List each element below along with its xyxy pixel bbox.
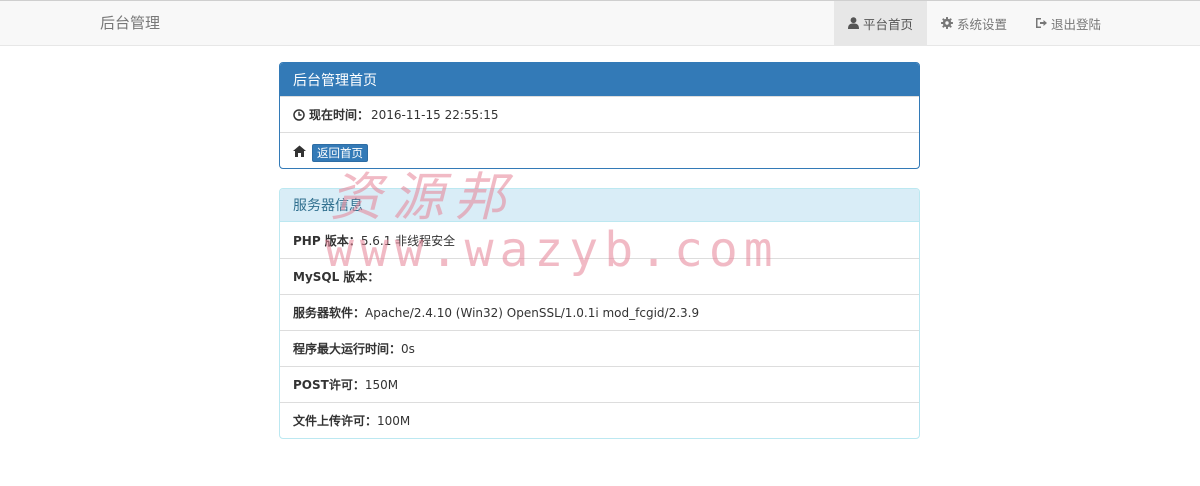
server-info-title: 服务器信息: [280, 189, 919, 222]
max-execution-time-value: 0s: [401, 341, 415, 356]
nav-item-label: 退出登陆: [1050, 16, 1101, 32]
clock-icon: [293, 108, 305, 121]
server-software-value: Apache/2.4.10 (Win32) OpenSSL/1.0.1i mod…: [365, 305, 700, 320]
post-limit-value: 150M: [364, 377, 399, 392]
logout-icon: [1035, 18, 1047, 28]
current-time-row: 现在时间： 2016-11-15 22:55:15: [280, 96, 919, 132]
top-navbar: 后台管理 平台首页 系统设置 退出登陆: [0, 0, 1200, 46]
current-time-value: 2016-11-15 22:55:15: [371, 107, 499, 122]
brand-title[interactable]: 后台管理: [100, 14, 160, 32]
upload-limit-value: 100M: [377, 413, 411, 428]
nav-menu: 平台首页 系统设置 退出登陆: [833, 1, 1115, 45]
gear-icon: [940, 17, 953, 29]
user-icon: [847, 17, 859, 29]
nav-item-home[interactable]: 平台首页: [833, 1, 927, 45]
mysql-version-label: MySQL 版本：: [293, 270, 380, 284]
current-time-label: 现在时间：: [309, 108, 370, 122]
server-software-label: 服务器软件：: [293, 306, 366, 320]
server-info-row: 文件上传许可： 100M: [280, 402, 919, 438]
home-icon: [293, 145, 306, 157]
back-home-row: 返回首页: [280, 132, 919, 168]
back-home-button[interactable]: 返回首页: [312, 143, 368, 162]
php-version-label: PHP 版本：: [293, 233, 361, 248]
server-info-row: 服务器软件： Apache/2.4.10 (Win32) OpenSSL/1.0…: [280, 294, 919, 330]
server-info-row: 程序最大运行时间： 0s: [280, 330, 919, 366]
upload-limit-label: 文件上传许可：: [293, 414, 378, 428]
nav-item-logout[interactable]: 退出登陆: [1021, 1, 1115, 45]
php-version-value: 5.6.1 非线程安全: [360, 233, 456, 248]
server-info-row: MySQL 版本：: [280, 258, 919, 294]
post-limit-label: POST许可：: [293, 378, 365, 392]
home-panel-title: 后台管理首页: [280, 63, 919, 96]
server-info-row: POST许可： 150M: [280, 366, 919, 402]
nav-item-settings[interactable]: 系统设置: [927, 1, 1021, 45]
server-info-row: PHP 版本： 5.6.1 非线程安全: [280, 222, 919, 258]
server-info-panel: 服务器信息 PHP 版本： 5.6.1 非线程安全 MySQL 版本： 服务器软…: [279, 188, 920, 439]
home-panel: 后台管理首页 现在时间： 2016-11-15 22:55:15 返回首页: [279, 62, 920, 169]
max-execution-time-label: 程序最大运行时间：: [293, 342, 402, 356]
nav-item-label: 系统设置: [956, 16, 1007, 32]
nav-item-label: 平台首页: [862, 16, 913, 32]
